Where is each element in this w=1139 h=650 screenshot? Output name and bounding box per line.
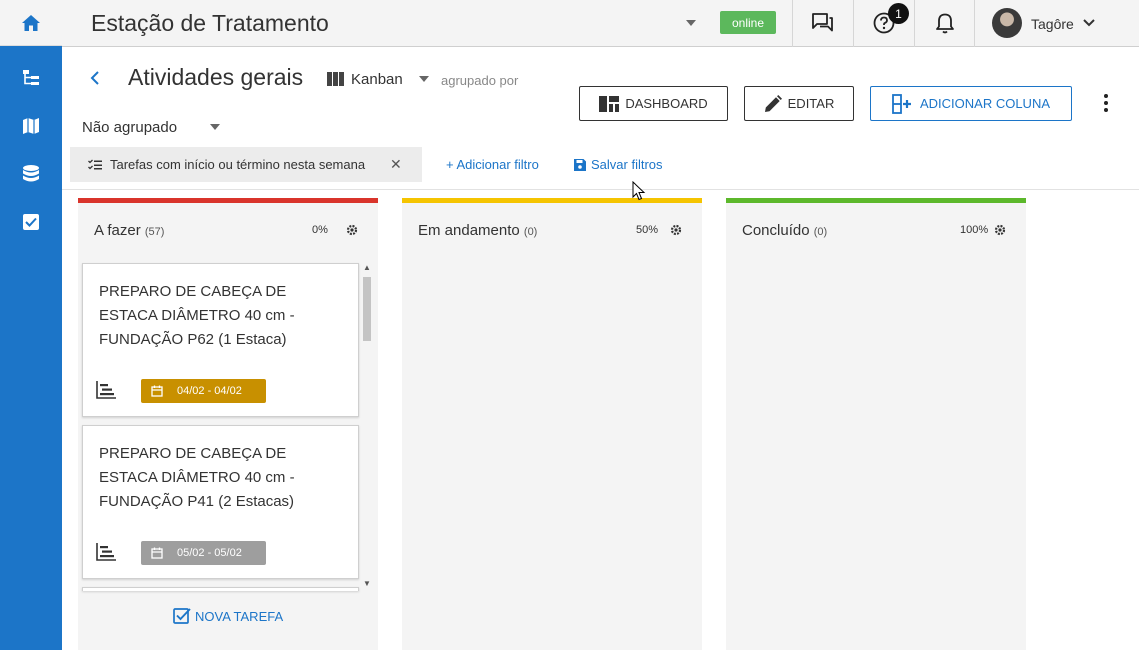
gear-icon[interactable] <box>670 223 682 241</box>
column-title: Em andamento (0) <box>418 222 538 239</box>
tree-icon[interactable] <box>21 68 41 88</box>
grouped-by-label: agrupado por <box>441 73 519 88</box>
top-bar: Estação de Tratamento online 1 Tagôre <box>62 0 1139 47</box>
date-badge: 04/02 - 04/02 <box>141 379 266 403</box>
gantt-icon[interactable] <box>96 543 116 566</box>
database-icon[interactable] <box>21 164 41 184</box>
view-mode-select[interactable]: Kanban <box>351 71 403 88</box>
save-filters-link[interactable]: Salvar filtros <box>574 157 663 172</box>
chat-icon[interactable] <box>811 11 835 35</box>
task-dates: 04/02 - 04/02 <box>177 385 242 397</box>
checkbox-icon <box>173 608 191 624</box>
kanban-column-in-progress: Em andamento (0) 50% <box>402 198 702 650</box>
user-name[interactable]: Tagôre <box>1031 16 1074 32</box>
group-select[interactable]: Não agrupado <box>82 119 177 136</box>
task-title: PREPARO DE CABEÇA DE ESTACA DIÂMETRO 40 … <box>99 445 295 510</box>
task-card[interactable] <box>82 587 359 591</box>
new-task-label: NOVA TAREFA <box>195 608 284 624</box>
column-color-bar <box>402 198 702 203</box>
calendar-icon <box>151 385 163 397</box>
divider <box>62 189 1139 190</box>
close-icon[interactable]: ✕ <box>390 156 402 173</box>
gantt-icon[interactable] <box>96 381 116 404</box>
save-filters-label: Salvar filtros <box>591 157 663 172</box>
back-button[interactable] <box>88 68 102 94</box>
column-percent: 0% <box>312 224 328 236</box>
column-percent: 100% <box>960 224 989 236</box>
avatar[interactable] <box>992 8 1022 38</box>
gear-icon[interactable] <box>994 223 1006 241</box>
column-color-bar <box>726 198 1026 203</box>
kebab-icon[interactable] <box>1102 93 1110 118</box>
checklist-icon <box>88 159 102 169</box>
add-column-label: ADICIONAR COLUNA <box>919 96 1051 111</box>
save-icon <box>574 158 586 171</box>
checkbox-icon[interactable] <box>21 212 41 232</box>
mouse-cursor-icon <box>632 180 646 206</box>
chevron-down-icon[interactable] <box>419 76 429 82</box>
column-count: (0) <box>523 226 538 238</box>
dashboard-label: DASHBOARD <box>625 96 708 111</box>
column-title: A fazer (57) <box>94 222 165 239</box>
new-task-button[interactable]: NOVA TAREFA <box>173 607 283 625</box>
project-title[interactable]: Estação de Tratamento <box>91 10 329 37</box>
edit-label: EDITAR <box>787 96 835 111</box>
chevron-down-icon[interactable] <box>1082 14 1096 37</box>
divider <box>792 0 793 47</box>
scrollbar[interactable]: ▲ ▼ <box>361 263 373 591</box>
task-title: PREPARO DE CABEÇA DE ESTACA DIÂMETRO 40 … <box>99 283 295 348</box>
dashboard-icon <box>599 95 620 112</box>
kanban-icon[interactable] <box>327 72 344 91</box>
task-dates: 05/02 - 05/02 <box>177 547 242 559</box>
map-icon[interactable] <box>21 116 41 136</box>
filter-label: Tarefas com início ou término nesta sema… <box>110 157 366 172</box>
dashboard-button[interactable]: DASHBOARD <box>579 86 728 121</box>
page-title: Atividades gerais <box>128 64 304 90</box>
scroll-down-arrow[interactable]: ▼ <box>363 579 371 588</box>
divider <box>974 0 975 47</box>
bell-icon[interactable] <box>933 11 957 35</box>
add-column-button[interactable]: ADICIONAR COLUNA <box>870 86 1072 121</box>
home-button[interactable] <box>0 0 62 46</box>
column-title: Concluído (0) <box>742 222 828 239</box>
divider <box>853 0 854 47</box>
add-column-icon <box>892 93 911 114</box>
home-icon <box>22 14 40 31</box>
kanban-column-todo: A fazer (57) 0% PREPARO DE CABEÇA DE EST… <box>78 198 378 650</box>
chevron-left-icon <box>90 71 99 85</box>
pencil-icon <box>764 94 782 112</box>
date-badge: 05/02 - 05/02 <box>141 541 266 565</box>
column-count: (0) <box>813 226 828 238</box>
kanban-column-done: Concluído (0) 100% <box>726 198 1026 650</box>
add-filter-link[interactable]: + Adicionar filtro <box>446 157 539 172</box>
divider <box>914 0 915 47</box>
task-card[interactable]: PREPARO DE CABEÇA DE ESTACA DIÂMETRO 40 … <box>82 425 359 579</box>
column-color-bar <box>78 198 378 203</box>
scroll-up-arrow[interactable]: ▲ <box>363 263 371 272</box>
calendar-icon <box>151 547 163 559</box>
notification-badge: 1 <box>888 3 909 24</box>
main-content: Atividades gerais Kanban agrupado por Nã… <box>62 48 1139 650</box>
task-card[interactable]: PREPARO DE CABEÇA DE ESTACA DIÂMETRO 40 … <box>82 263 359 417</box>
active-filter-chip[interactable]: Tarefas com início ou término nesta sema… <box>70 147 422 182</box>
chevron-down-icon[interactable] <box>686 20 696 26</box>
gear-icon[interactable] <box>346 223 358 241</box>
column-percent: 50% <box>636 224 659 236</box>
scrollbar-thumb[interactable] <box>363 277 371 341</box>
status-badge: online <box>720 11 776 34</box>
column-count: (57) <box>144 226 165 238</box>
chevron-down-icon[interactable] <box>210 124 220 130</box>
edit-button[interactable]: EDITAR <box>744 86 854 121</box>
sidebar <box>0 0 62 650</box>
